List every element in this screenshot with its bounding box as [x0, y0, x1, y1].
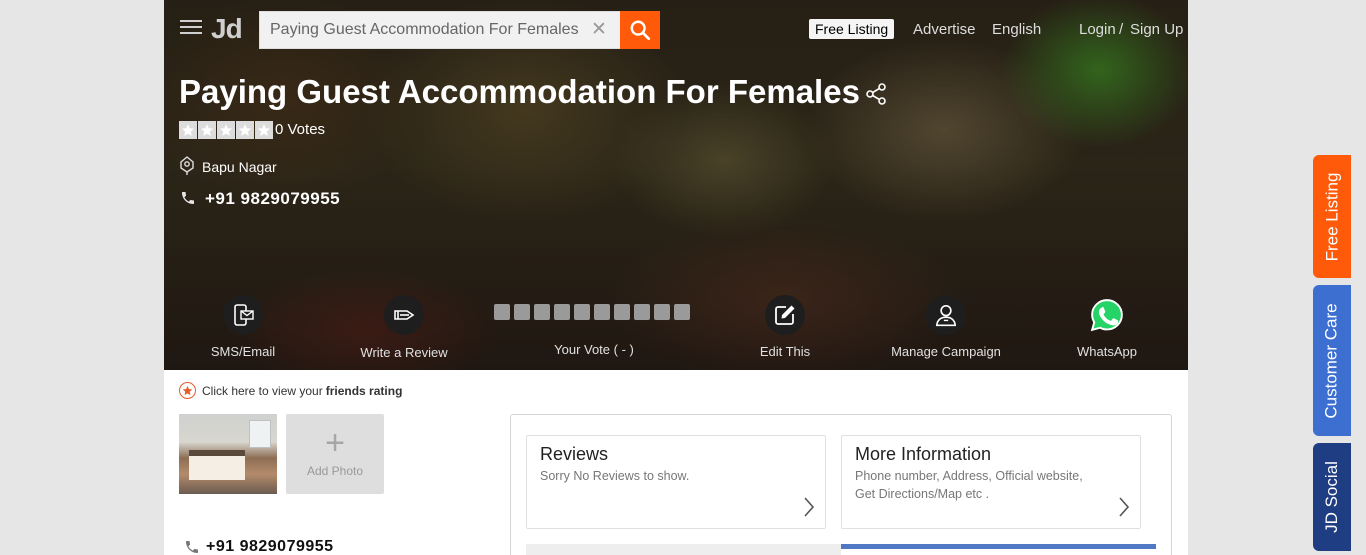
sms-email-button[interactable]: SMS/Email — [178, 295, 308, 359]
phone-number[interactable]: +91 9829079955 — [205, 189, 340, 209]
pen-icon — [394, 310, 415, 320]
search-box: ✕ — [259, 11, 621, 49]
jd-logo[interactable]: Jd — [211, 13, 243, 45]
star-icon — [179, 121, 197, 139]
advertise-link[interactable]: Advertise — [913, 21, 976, 38]
vote-box[interactable] — [534, 304, 550, 320]
manage-campaign-button[interactable]: Manage Campaign — [881, 295, 1011, 359]
user-icon — [935, 304, 957, 327]
vote-box[interactable] — [554, 304, 570, 320]
star-badge-icon — [179, 382, 196, 399]
sms-email-icon — [234, 304, 254, 326]
language-link[interactable]: English — [992, 21, 1041, 38]
friends-rating-link[interactable]: Click here to view your friends rating — [179, 382, 402, 399]
tab-indicator-left[interactable] — [526, 544, 841, 555]
star-rating — [179, 121, 273, 139]
plus-icon: + — [325, 424, 345, 462]
your-vote-label: Your Vote ( - ) — [554, 342, 634, 357]
page: Jd ✕ Free Listing Advertise English Logi… — [164, 0, 1188, 555]
vote-box[interactable] — [674, 304, 690, 320]
vote-box[interactable] — [594, 304, 610, 320]
side-tab-customer-care[interactable]: Customer Care — [1313, 285, 1351, 436]
more-information-card[interactable]: More Information Phone number, Address, … — [841, 435, 1141, 529]
edit-this-button[interactable]: Edit This — [720, 295, 850, 359]
tab-indicator-right[interactable] — [841, 544, 1156, 549]
whatsapp-button[interactable]: WhatsApp — [1042, 295, 1172, 359]
location-text: Bapu Nagar — [202, 159, 277, 175]
search-input[interactable] — [260, 12, 585, 48]
votes-count: 0 Votes — [275, 121, 326, 138]
whatsapp-icon — [1090, 299, 1123, 332]
vote-box[interactable] — [574, 304, 590, 320]
vote-box[interactable] — [494, 304, 510, 320]
contact-phone-number[interactable]: +91 9829079955 — [206, 538, 334, 555]
add-photo-button[interactable]: + Add Photo — [286, 414, 384, 494]
reviews-card[interactable]: Reviews Sorry No Reviews to show. — [526, 435, 826, 529]
search-button[interactable] — [620, 11, 660, 49]
chevron-right-icon — [1119, 497, 1130, 517]
free-listing-button[interactable]: Free Listing — [809, 19, 895, 39]
chevron-right-icon — [804, 497, 815, 517]
signup-link[interactable]: Sign Up — [1130, 21, 1183, 38]
share-icon[interactable] — [864, 82, 888, 106]
location-pin-icon — [180, 156, 194, 175]
vote-box[interactable] — [634, 304, 650, 320]
edit-icon — [775, 305, 795, 325]
phone-icon — [186, 541, 198, 553]
side-tab-free-listing[interactable]: Free Listing — [1313, 155, 1351, 278]
vote-box[interactable] — [614, 304, 630, 320]
vote-box[interactable] — [654, 304, 670, 320]
vote-scale[interactable] — [494, 304, 690, 320]
login-separator: / — [1119, 21, 1124, 38]
star-icon — [198, 121, 216, 139]
side-tab-jd-social[interactable]: JD Social — [1313, 443, 1351, 551]
star-icon — [236, 121, 254, 139]
info-panel: Reviews Sorry No Reviews to show. More I… — [510, 414, 1172, 555]
listing-photo[interactable] — [179, 414, 277, 494]
login-link[interactable]: Login — [1079, 21, 1116, 38]
clear-icon[interactable]: ✕ — [591, 20, 607, 40]
star-icon — [217, 121, 235, 139]
star-icon — [255, 121, 273, 139]
phone-icon — [182, 192, 194, 204]
vote-box[interactable] — [514, 304, 530, 320]
search-icon — [630, 20, 651, 41]
write-review-button[interactable]: Write a Review — [339, 295, 469, 360]
page-title: Paying Guest Accommodation For Females — [179, 73, 860, 110]
hamburger-menu-icon[interactable] — [180, 20, 202, 38]
hero-banner: Jd ✕ Free Listing Advertise English Logi… — [164, 0, 1188, 370]
